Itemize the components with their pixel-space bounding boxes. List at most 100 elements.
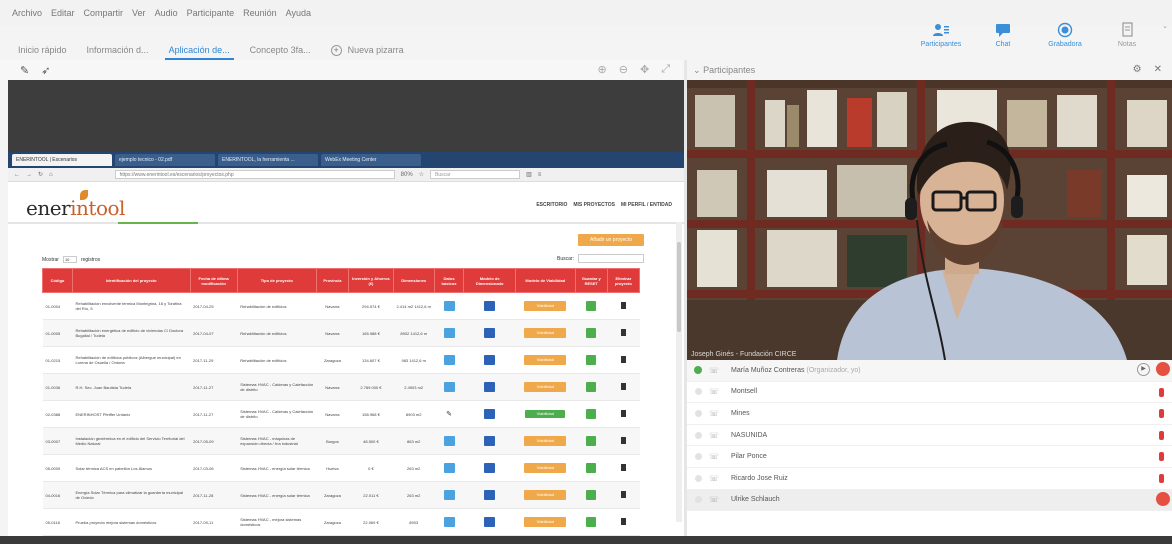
- browser-tab[interactable]: ejemplo tecnico - 02.pdf: [115, 154, 215, 166]
- browser-tab[interactable]: WebEx Meeting Center: [321, 154, 421, 166]
- menu-item[interactable]: Audio: [155, 8, 178, 18]
- sizing-model-icon[interactable]: [484, 408, 496, 419]
- mic-muted-icon[interactable]: [1159, 409, 1164, 419]
- column-header[interactable]: Provincia: [315, 268, 349, 293]
- delete-icon[interactable]: [620, 383, 626, 390]
- play-icon[interactable]: ▶: [1137, 363, 1150, 376]
- sizing-model-icon[interactable]: [484, 462, 496, 473]
- recorder-button[interactable]: Grabadora: [1034, 22, 1096, 48]
- table-row[interactable]: 04-0016 Energía Solar Térmica para climat…: [42, 481, 640, 509]
- address-bar[interactable]: https://www.enerintool.es/escenarios/pro…: [114, 170, 395, 179]
- column-header[interactable]: Eliminar proyecto: [606, 268, 641, 293]
- tab-application-share[interactable]: Aplicación de...: [164, 40, 234, 60]
- save-reset-icon[interactable]: [586, 408, 597, 419]
- pen-icon[interactable]: ✎: [20, 64, 29, 77]
- browser-tab[interactable]: ENERINTOOL | Escenarios: [12, 154, 112, 166]
- add-project-button[interactable]: Añadir un proyecto: [578, 234, 644, 246]
- column-header[interactable]: Modelo de Viabilidad: [514, 268, 576, 293]
- menu-item[interactable]: Participante: [187, 8, 235, 18]
- tab-concept[interactable]: Concepto 3fa...: [250, 40, 311, 60]
- sizing-model-icon[interactable]: [484, 354, 496, 365]
- feasibility-button[interactable]: Viabilidad: [524, 355, 567, 365]
- save-reset-icon[interactable]: [586, 327, 597, 338]
- close-icon[interactable]: ✕: [1154, 64, 1162, 75]
- notes-button[interactable]: Notas: [1096, 22, 1158, 48]
- participant-row[interactable]: ☏ Ricardo Jose Ruiz: [687, 468, 1172, 490]
- save-reset-icon[interactable]: [586, 489, 597, 500]
- participant-row[interactable]: ☏ María Muñoz Contreras (Organizador, yo)…: [687, 360, 1172, 382]
- save-reset-icon[interactable]: [586, 381, 597, 392]
- basic-data-edit-icon[interactable]: [443, 489, 455, 500]
- back-icon[interactable]: ←: [14, 172, 20, 178]
- feasibility-button[interactable]: Viabilidad: [524, 463, 567, 473]
- table-row[interactable]: 01-0004 Rehabilitación envolvente térmica…: [42, 292, 640, 320]
- feasibility-button[interactable]: Viabilidad: [524, 382, 567, 392]
- table-row[interactable]: 05-0118 Prueba proyecto mejora sistemas d…: [42, 508, 640, 536]
- basic-data-edit-icon[interactable]: [443, 327, 455, 338]
- mute-mic-icon[interactable]: [1156, 491, 1170, 506]
- delete-icon[interactable]: [620, 491, 626, 498]
- table-row[interactable]: 01-0036 R.H. Sec. Juan Bautista Tudela 201…: [42, 373, 640, 401]
- basic-data-edit-icon[interactable]: [443, 435, 455, 446]
- sizing-model-icon[interactable]: [484, 435, 496, 446]
- participant-row[interactable]: ☏ Montsell: [687, 382, 1172, 404]
- delete-icon[interactable]: [620, 437, 626, 444]
- table-row[interactable]: 02-0388 ENERINHOST Pfeiffer Urdaniz 2017-1…: [42, 400, 640, 428]
- column-header[interactable]: Tipo de proyecto: [236, 268, 317, 293]
- enerintool-logo[interactable]: enerintool: [26, 196, 125, 220]
- column-header[interactable]: Dimensiones: [392, 268, 435, 293]
- feasibility-button[interactable]: Viabilidad: [524, 301, 567, 311]
- basic-data-edit-icon[interactable]: [443, 300, 455, 311]
- expand-chevron-icon[interactable]: ⌄: [1158, 22, 1172, 30]
- mic-muted-icon[interactable]: [1159, 387, 1164, 397]
- table-row[interactable]: 01-0215 Rehabilitación de edificios públi…: [42, 346, 640, 374]
- delete-icon[interactable]: [620, 329, 626, 336]
- menu-item[interactable]: Ayuda: [286, 8, 311, 18]
- participants-toggle-button[interactable]: Participantes: [910, 22, 972, 48]
- mic-muted-icon[interactable]: [1159, 430, 1164, 440]
- delete-icon[interactable]: [620, 518, 626, 525]
- save-reset-icon[interactable]: [586, 462, 597, 473]
- sizing-model-icon[interactable]: [484, 327, 496, 338]
- nav-projects-link[interactable]: MIS PROYECTOS: [573, 202, 615, 208]
- pointer-icon[interactable]: ➶: [41, 64, 50, 77]
- table-row[interactable]: 05-0009 Solar térmica ACS en pabellón Los…: [42, 454, 640, 482]
- save-reset-icon[interactable]: [586, 300, 597, 311]
- table-row[interactable]: 01-0005 Rehabilitación energética de edif…: [42, 319, 640, 347]
- chat-toggle-button[interactable]: Chat: [972, 22, 1034, 48]
- delete-icon[interactable]: [620, 410, 626, 417]
- table-row[interactable]: 03-0007 Instalación geotérmica en el edif…: [42, 427, 640, 455]
- menu-item[interactable]: Reunión: [243, 8, 277, 18]
- column-header[interactable]: Fecha de última modificación: [189, 268, 238, 293]
- feasibility-button[interactable]: Viabilidad: [524, 517, 567, 527]
- column-header[interactable]: Identificación del proyecto: [71, 268, 191, 293]
- sizing-model-icon[interactable]: [484, 381, 496, 392]
- browser-tab[interactable]: ENERINTOOL, la herramienta ...: [218, 154, 318, 166]
- fullscreen-icon[interactable]: ⤢: [661, 63, 670, 76]
- participant-row[interactable]: ☏ Pilar Ponce: [687, 446, 1172, 468]
- page-scrollbar[interactable]: [676, 222, 682, 522]
- basic-data-edit-icon[interactable]: [443, 516, 455, 527]
- participant-row[interactable]: ☏ Mines: [687, 403, 1172, 425]
- tab-quick-start[interactable]: Inicio rápido: [18, 40, 67, 60]
- new-whiteboard-tab[interactable]: + Nueva pizarra: [330, 40, 404, 60]
- page-length-select[interactable]: 10: [62, 256, 77, 263]
- forward-icon[interactable]: →: [26, 172, 32, 178]
- fit-icon[interactable]: ✥: [640, 63, 649, 76]
- feasibility-button[interactable]: Viabilidad: [525, 410, 566, 418]
- column-header[interactable]: Guardar y RESET: [574, 268, 608, 293]
- tab-info[interactable]: Información d...: [87, 40, 149, 60]
- menu-icon[interactable]: ≡: [538, 172, 542, 178]
- sizing-model-icon[interactable]: [484, 516, 496, 527]
- column-header[interactable]: Datos básicos: [433, 268, 465, 293]
- zoom-out-icon[interactable]: ⊖: [619, 63, 628, 76]
- zoom-in-icon[interactable]: ⊕: [598, 63, 607, 76]
- save-reset-icon[interactable]: [586, 516, 597, 527]
- basic-data-edit-icon[interactable]: ✎: [446, 410, 452, 418]
- save-reset-icon[interactable]: [586, 354, 597, 365]
- library-icon[interactable]: ▥: [526, 171, 532, 178]
- delete-icon[interactable]: [620, 464, 626, 471]
- column-header[interactable]: Inversión y Ahorros (€): [347, 268, 394, 293]
- nav-profile-link[interactable]: MI PERFIL / ENTIDAD: [621, 202, 672, 208]
- column-header[interactable]: Modelo de Dimensionado: [463, 268, 516, 293]
